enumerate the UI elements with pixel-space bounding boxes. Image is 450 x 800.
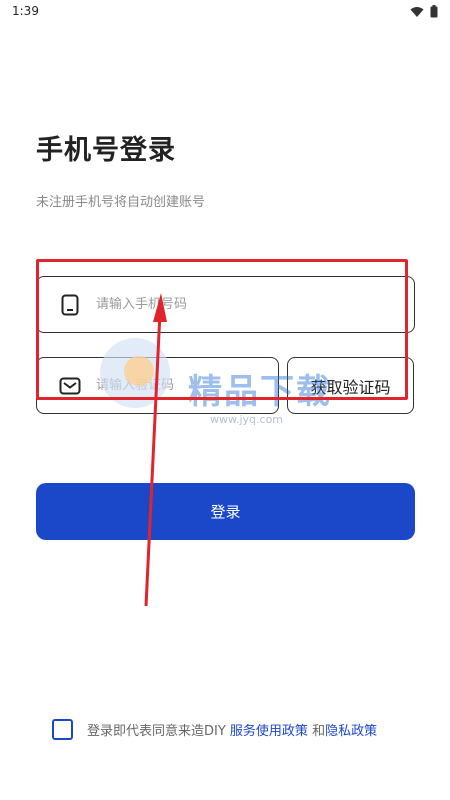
mail-icon: [59, 375, 81, 397]
agreement-text: 登录即代表同意来造DIY 服务使用政策 和隐私政策: [87, 720, 377, 739]
agree-checkbox[interactable]: [52, 719, 73, 740]
agreement-row: 登录即代表同意来造DIY 服务使用政策 和隐私政策: [52, 719, 377, 740]
phone-field[interactable]: [36, 276, 415, 333]
page-title: 手机号登录: [36, 135, 176, 166]
phone-input[interactable]: [96, 297, 356, 312]
login-screen: 1:39 手机号登录 未注册手机号将自动创建账号 获取验证码 精品下载 www.…: [0, 0, 450, 800]
privacy-policy-link[interactable]: 隐私政策: [325, 724, 377, 739]
watermark-url: www.jyq.com: [210, 413, 284, 426]
status-time: 1:39: [12, 4, 39, 18]
login-button[interactable]: 登录: [36, 483, 415, 540]
agreement-joiner: 和: [307, 724, 326, 739]
code-field[interactable]: [36, 357, 279, 414]
wifi-icon: [410, 6, 424, 18]
get-code-button[interactable]: 获取验证码: [287, 357, 414, 414]
status-bar: 1:39: [0, 0, 450, 24]
agreement-prefix: 登录即代表同意来造DIY: [87, 724, 230, 739]
service-policy-link[interactable]: 服务使用政策: [230, 724, 308, 739]
phone-icon: [59, 294, 81, 316]
page-subtitle: 未注册手机号将自动创建账号: [36, 195, 206, 210]
battery-icon: [430, 5, 438, 18]
code-input[interactable]: [96, 378, 278, 393]
status-icons: [410, 5, 438, 18]
